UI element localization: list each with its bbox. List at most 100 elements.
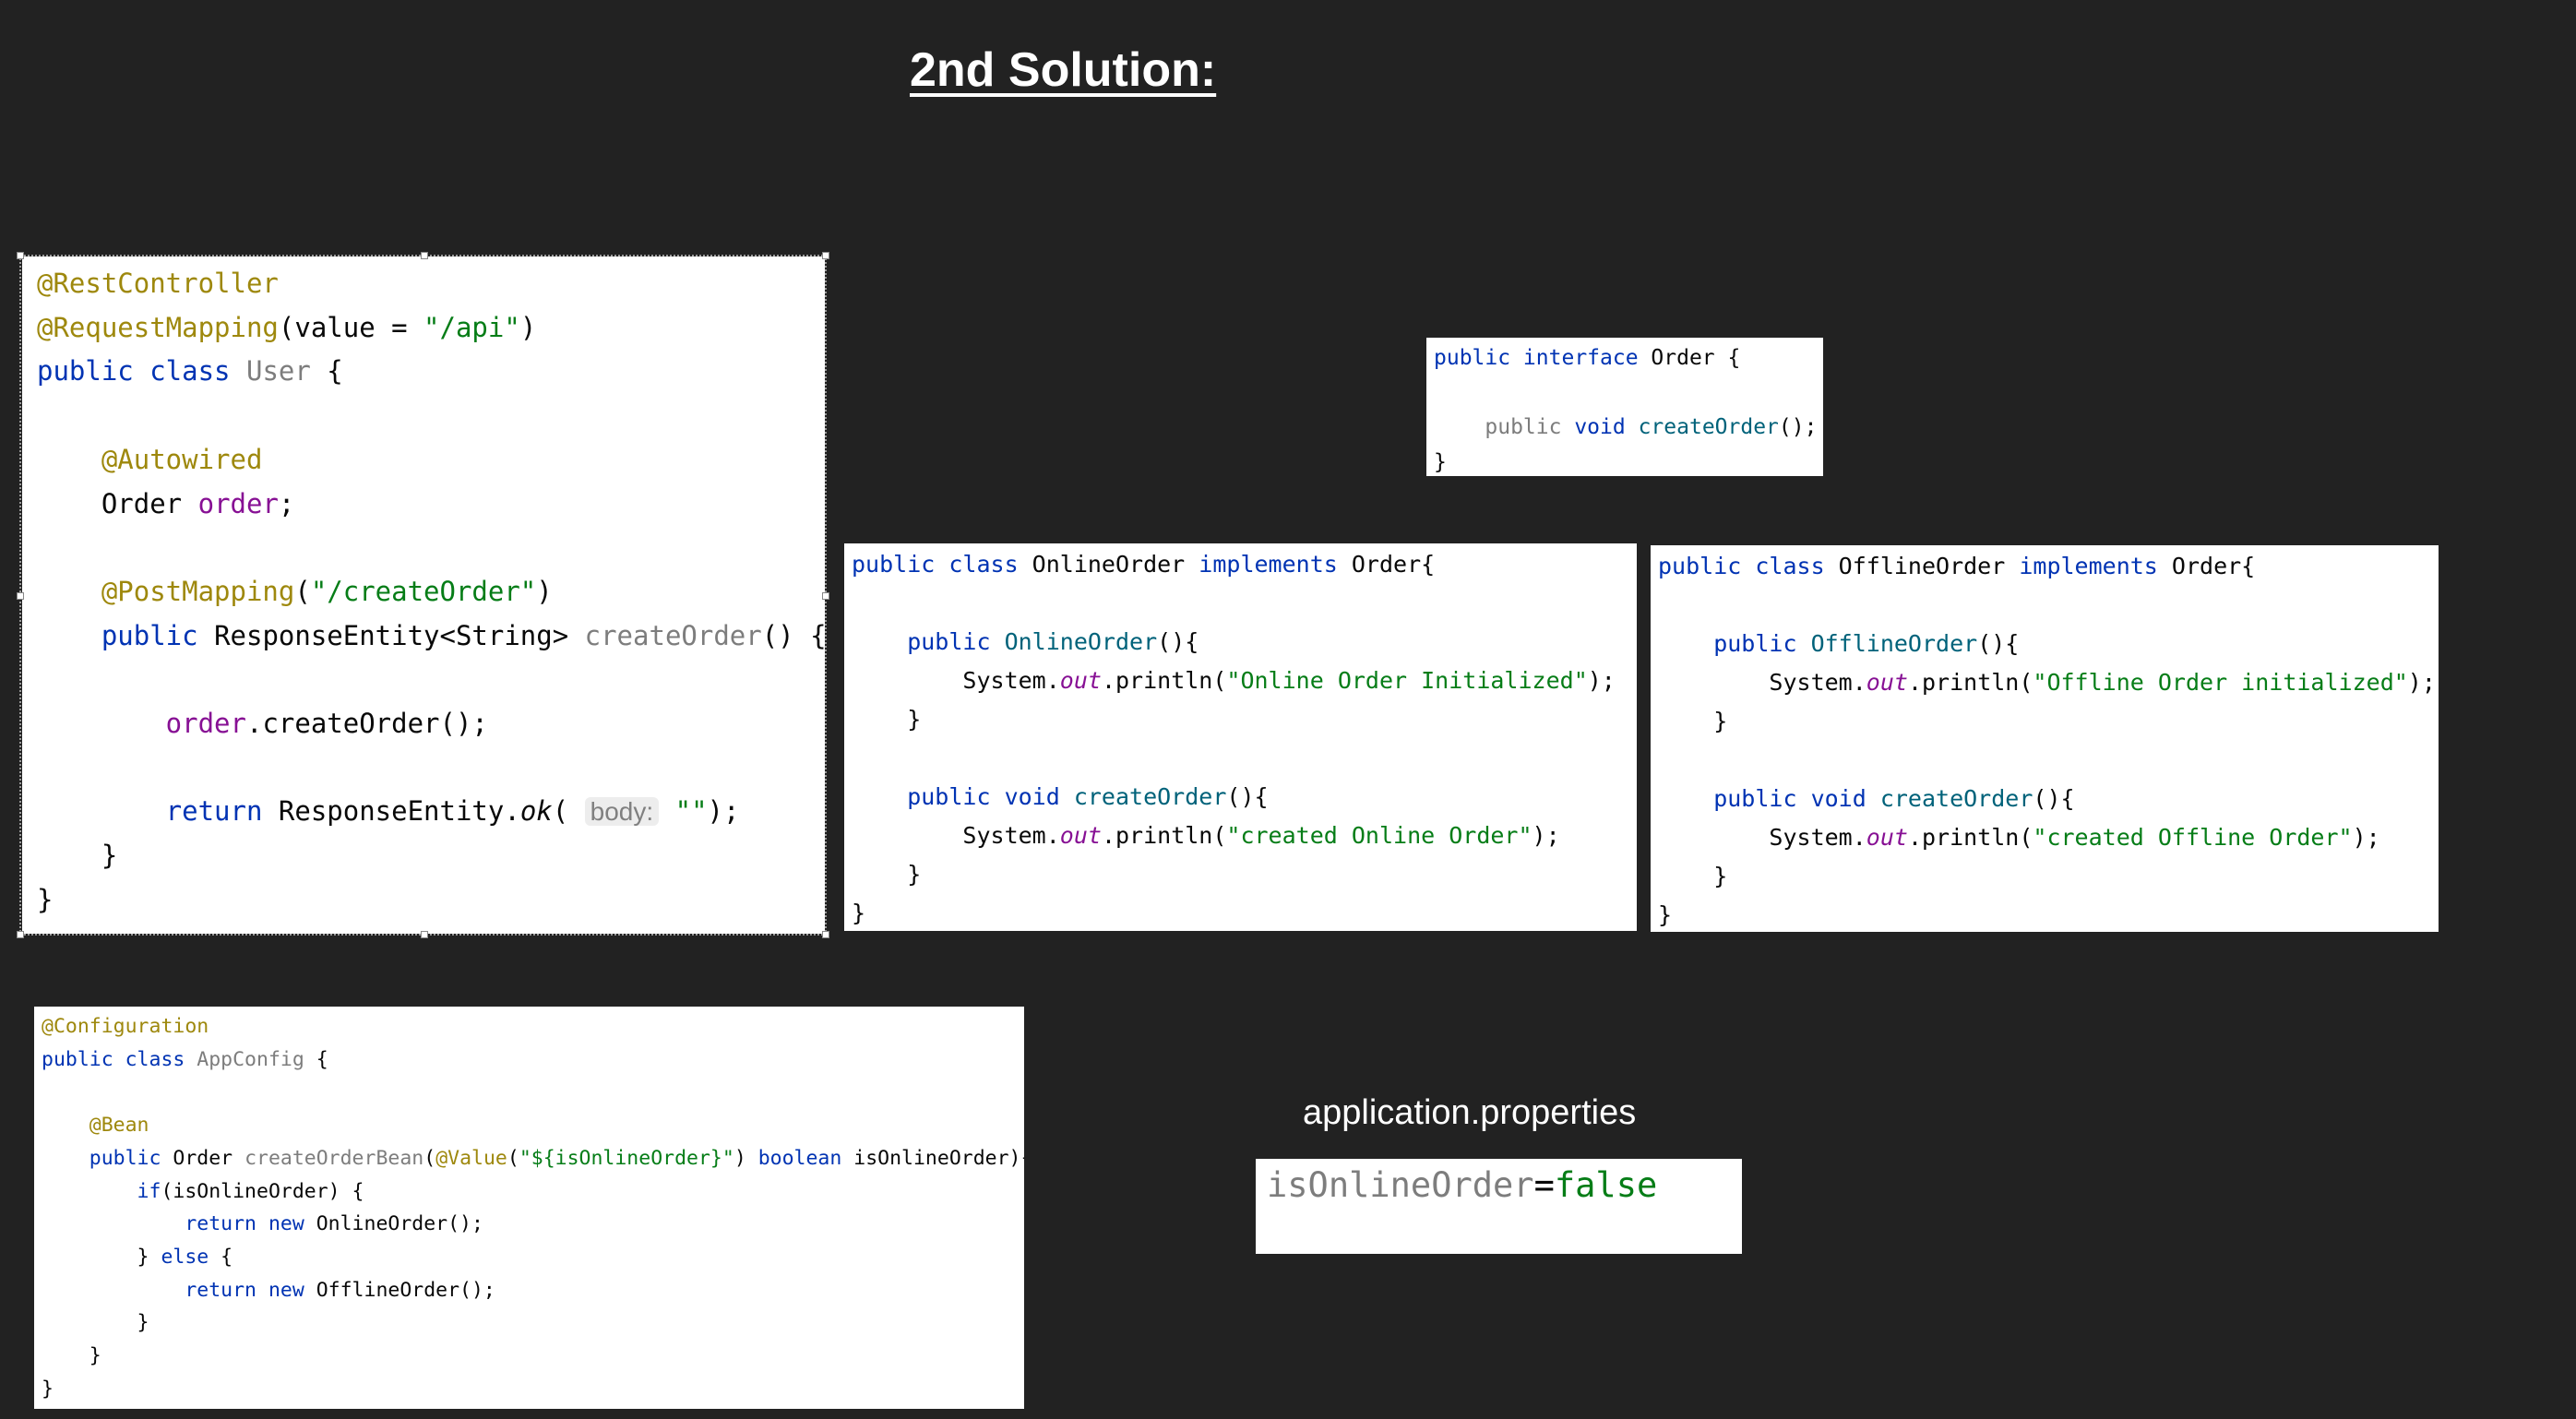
code-token: (){ xyxy=(1977,630,2020,657)
properties-code-panel[interactable]: isOnlineOrder=false xyxy=(1256,1159,1742,1254)
code-token: (); xyxy=(1778,415,1818,439)
code-token: out xyxy=(1059,822,1102,849)
code-token: } xyxy=(1658,863,1728,889)
online-order-code: public class OnlineOrder implements Orde… xyxy=(844,543,1637,931)
code-token: } xyxy=(42,1311,149,1335)
slide-title: 2nd Solution: xyxy=(910,43,1217,97)
code-token: createOrder xyxy=(1879,785,2033,812)
code-token: OnlineOrder(); xyxy=(316,1212,483,1236)
resize-handle-bottom-left[interactable] xyxy=(17,931,24,938)
code-token: OnlineOrder xyxy=(1032,551,1199,578)
code-token: .println( xyxy=(1101,667,1227,694)
resize-handle-top-left[interactable] xyxy=(17,252,24,259)
code-token: { xyxy=(304,1047,328,1071)
code-token: ) xyxy=(733,1146,758,1170)
code-token: @Value xyxy=(435,1146,507,1170)
code-token: public class xyxy=(1658,553,1839,579)
code-token: OfflineOrder xyxy=(1810,630,1978,657)
code-token: @Configuration xyxy=(42,1015,209,1038)
property-value: false xyxy=(1554,1165,1658,1205)
code-token: public interface xyxy=(1434,346,1652,370)
code-token: ( xyxy=(423,1146,436,1170)
code-token: System. xyxy=(852,667,1060,694)
offline-order-code: public class OfflineOrder implements Ord… xyxy=(1651,545,2439,932)
code-token: (){ xyxy=(1157,628,1199,655)
code-token: OfflineOrder(); xyxy=(316,1278,495,1302)
code-token: @Bean xyxy=(42,1114,149,1138)
code-token: .println( xyxy=(1907,824,2033,851)
code-token: OnlineOrder xyxy=(1004,628,1158,655)
code-token: .println( xyxy=(1101,822,1227,849)
code-token: System. xyxy=(852,822,1060,849)
code-token: ); xyxy=(1587,667,1616,694)
code-token: { xyxy=(209,1245,233,1269)
online-order-code-panel[interactable]: public class OnlineOrder implements Orde… xyxy=(844,543,1637,931)
resize-handle-top[interactable] xyxy=(421,252,428,259)
code-token: } xyxy=(42,1377,54,1401)
code-token: } xyxy=(1434,449,1447,474)
code-token: else xyxy=(161,1245,209,1269)
code-token: (isOnlineOrder) { xyxy=(161,1179,364,1203)
code-token: createOrderBean xyxy=(244,1146,424,1170)
code-token: AppConfig xyxy=(197,1047,304,1071)
code-token: public xyxy=(1434,415,1575,439)
code-token: void xyxy=(1574,415,1639,439)
code-token: "created Offline Order" xyxy=(2033,824,2353,851)
code-token: (){ xyxy=(1226,783,1269,810)
code-token: "Online Order Initialized" xyxy=(1226,667,1588,694)
code-token: public xyxy=(42,1146,173,1170)
code-token: "created Online Order" xyxy=(1226,822,1532,849)
code-token: out xyxy=(1866,824,1908,851)
code-token: return new xyxy=(42,1212,316,1236)
code-token: isOnlineOrder){ xyxy=(853,1146,1024,1170)
properties-file-label: application.properties xyxy=(1303,1093,1637,1132)
resize-handle-top-right[interactable] xyxy=(822,252,829,259)
resize-handle-right[interactable] xyxy=(822,592,829,600)
code-token: public void xyxy=(1658,785,1880,812)
code-token: System. xyxy=(1658,669,1866,696)
code-token: if xyxy=(42,1179,161,1203)
code-token: Order { xyxy=(1651,346,1741,370)
code-token: } xyxy=(42,1245,161,1269)
code-token: Order xyxy=(173,1146,245,1170)
offline-order-code-panel[interactable]: public class OfflineOrder implements Ord… xyxy=(1651,545,2439,932)
code-token: Order{ xyxy=(1351,551,1436,578)
resize-handle-bottom-right[interactable] xyxy=(822,931,829,938)
code-token: public class xyxy=(42,1047,197,1071)
app-config-code: @Configuration public class AppConfig { @… xyxy=(34,1007,1024,1405)
code-token: ); xyxy=(2407,669,2436,696)
code-token: boolean xyxy=(757,1146,854,1170)
order-interface-code-panel[interactable]: public interface Order { public void cre… xyxy=(1426,338,1823,476)
code-token: public xyxy=(1658,630,1811,657)
resize-handle-left[interactable] xyxy=(17,592,24,600)
code-token: public void xyxy=(852,783,1074,810)
code-token: out xyxy=(1059,667,1102,694)
code-token: implements xyxy=(1199,551,1352,578)
code-token: OfflineOrder xyxy=(1838,553,2020,579)
code-token: } xyxy=(1658,708,1728,734)
code-token: return new xyxy=(42,1278,316,1302)
code-token: } xyxy=(852,861,922,888)
code-token: } xyxy=(1658,901,1673,928)
code-token: "${isOnlineOrder}" xyxy=(519,1146,734,1170)
code-token: } xyxy=(42,1344,101,1368)
code-token: public xyxy=(852,628,1005,655)
code-token: (){ xyxy=(2033,785,2075,812)
code-token: createOrder xyxy=(1638,415,1779,439)
selection-frame[interactable] xyxy=(17,252,829,938)
code-token: public class xyxy=(852,551,1032,578)
app-config-code-panel[interactable]: @Configuration public class AppConfig { @… xyxy=(34,1007,1024,1409)
code-token: "Offline Order initialized" xyxy=(2033,669,2408,696)
code-token: } xyxy=(852,706,922,733)
code-token: .println( xyxy=(1907,669,2033,696)
order-interface-code: public interface Order { public void cre… xyxy=(1426,338,1823,476)
code-token: } xyxy=(852,900,866,926)
code-token: out xyxy=(1866,669,1908,696)
properties-code: isOnlineOrder=false xyxy=(1256,1159,1742,1209)
code-token: ); xyxy=(1532,822,1560,849)
property-equals: = xyxy=(1533,1165,1555,1205)
code-token: implements xyxy=(2019,553,2172,579)
resize-handle-bottom[interactable] xyxy=(421,931,428,938)
code-token: ( xyxy=(507,1146,519,1170)
property-key: isOnlineOrder xyxy=(1267,1165,1534,1205)
